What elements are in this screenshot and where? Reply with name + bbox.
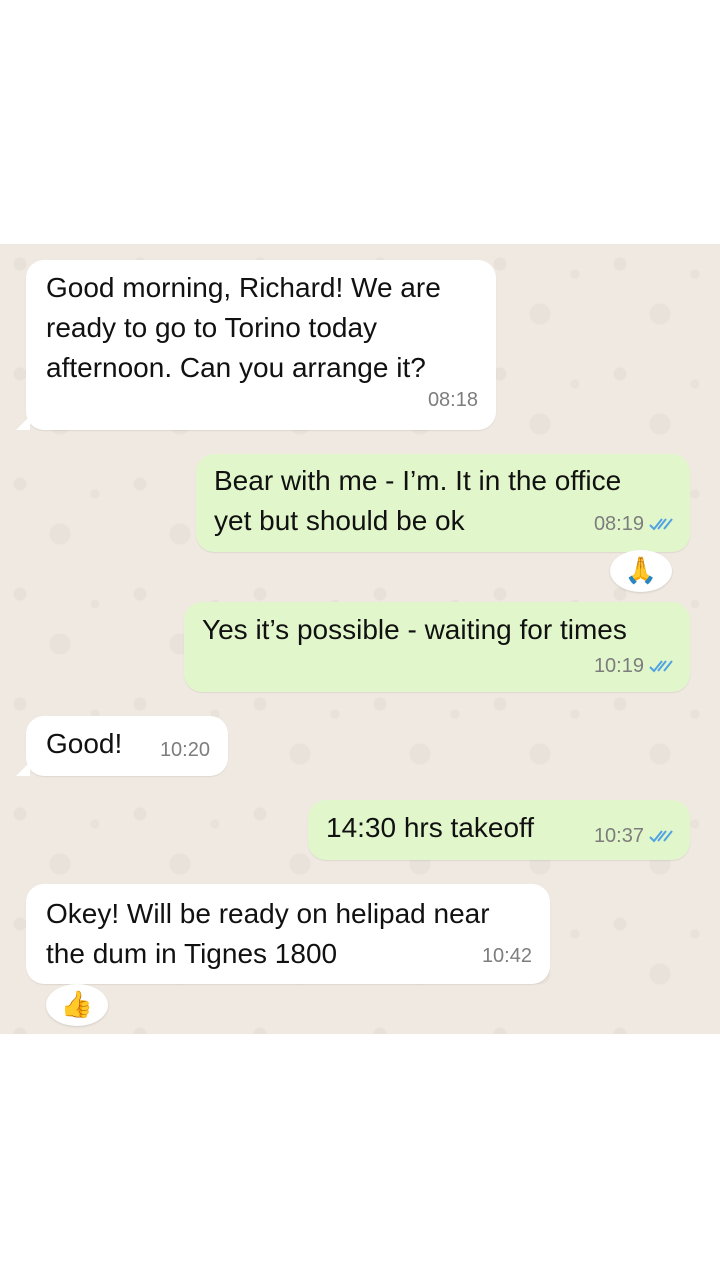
message-incoming[interactable]: Okey! Will be ready on helipad near the … [26, 884, 550, 984]
message-time: 08:19 [593, 513, 644, 535]
read-receipt-icon [649, 660, 673, 673]
reaction-badge[interactable]: 🙏 [610, 550, 672, 592]
message-outgoing[interactable]: Bear with me - I’m. It in the office yet… [196, 454, 690, 552]
message-meta: 10:37 [594, 816, 674, 856]
thumbs-up-icon: 👍 [60, 990, 94, 1020]
message-outgoing[interactable]: Yes it’s possible - waiting for times 10… [184, 602, 690, 692]
message-outgoing[interactable]: 14:30 hrs takeoff 10:37 [308, 800, 690, 860]
chat-area: Good morning, Richard! We are ready to g… [0, 244, 720, 1034]
message-text: Okey! Will be ready on helipad near the … [46, 898, 490, 969]
message-time: 08:18 [427, 389, 478, 411]
read-receipt-icon [649, 830, 673, 843]
reaction-badge[interactable]: 👍 [46, 984, 108, 1026]
message-incoming[interactable]: Good! 10:20 [26, 716, 228, 776]
bubble-tail [16, 762, 30, 776]
message-text: Good! [46, 728, 123, 759]
message-time: 10:20 [159, 739, 210, 761]
bubble-tail [16, 416, 30, 430]
message-meta: 08:19 [594, 504, 674, 544]
message-meta: 10:19 [594, 646, 674, 686]
message-text: Yes it’s possible - waiting for times [202, 614, 627, 645]
message-incoming[interactable]: Good morning, Richard! We are ready to g… [26, 260, 496, 430]
message-time: 10:37 [593, 825, 644, 847]
praying-hands-icon: 🙏 [624, 556, 658, 586]
message-text: Good morning, Richard! We are ready to g… [46, 272, 441, 383]
message-time: 10:19 [593, 655, 644, 677]
read-receipt-icon [649, 518, 673, 531]
message-time: 10:42 [481, 945, 532, 967]
message-text: Bear with me - I’m. It in the office yet… [214, 465, 622, 536]
message-text: 14:30 hrs takeoff [326, 812, 535, 843]
